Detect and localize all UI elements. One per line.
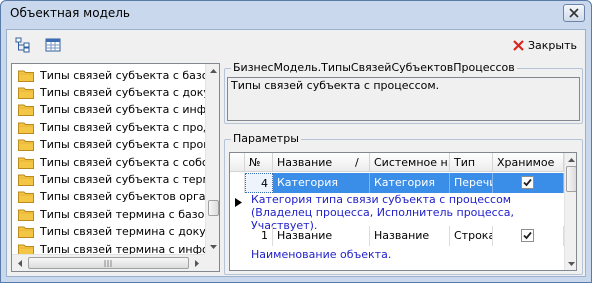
tree-item-label: Типы связей субъекта с докуме bbox=[40, 85, 220, 99]
column-name[interactable]: Название / bbox=[273, 153, 370, 172]
tree-vertical-scrollbar[interactable] bbox=[205, 64, 219, 254]
row-type[interactable]: Перечис... bbox=[450, 173, 493, 193]
entity-name: БизнесМодель.ТипыСвязейСубъектовПроцессо… bbox=[231, 61, 517, 74]
folder-icon bbox=[18, 191, 34, 204]
row-stored-cell[interactable] bbox=[493, 226, 564, 246]
toolbar: Закрыть bbox=[7, 30, 585, 60]
column-number[interactable]: № bbox=[245, 153, 273, 172]
row-note: Наименование объекта. bbox=[251, 248, 392, 261]
close-x-icon bbox=[513, 39, 524, 51]
tree-item-label: Типы связей субъекта с информ bbox=[40, 103, 220, 117]
grid-vertical-scrollbar[interactable] bbox=[564, 153, 576, 270]
scroll-down-arrow-icon[interactable] bbox=[206, 240, 219, 254]
row-type[interactable]: Строка bbox=[450, 226, 493, 246]
tree-item-label: Типы связей субъекта с собств bbox=[40, 155, 220, 169]
row-header-column bbox=[230, 153, 245, 172]
row-name[interactable]: Категория bbox=[273, 173, 370, 193]
tree-scroll-thumb[interactable] bbox=[208, 200, 219, 216]
row-name[interactable]: Название bbox=[273, 226, 370, 246]
stored-checkbox[interactable] bbox=[521, 176, 534, 189]
close-button-label: Закрыть bbox=[528, 38, 577, 52]
column-stored[interactable]: Хранимое bbox=[493, 153, 564, 172]
column-name-label: Название bbox=[277, 156, 333, 169]
params-title: Параметры bbox=[231, 132, 301, 145]
folder-icon bbox=[18, 70, 34, 82]
sort-indicator: / bbox=[355, 156, 359, 169]
entity-description: Типы связей субъекта с процессом. bbox=[227, 77, 580, 121]
scroll-up-arrow-icon[interactable] bbox=[565, 153, 576, 166]
stored-checkbox[interactable] bbox=[521, 229, 534, 242]
close-button[interactable]: Закрыть bbox=[509, 36, 581, 54]
tree-item-label: Типы связей термина с базовым bbox=[40, 207, 220, 221]
folder-icon bbox=[18, 87, 34, 99]
tree-item-label: Типы связей субъекта с термин bbox=[40, 172, 220, 186]
row-number[interactable]: 4 bbox=[245, 173, 273, 193]
checkmark-icon bbox=[523, 178, 532, 187]
close-icon bbox=[569, 8, 579, 18]
row-pointer-icon bbox=[235, 198, 242, 207]
title-bar[interactable]: Объектная модель bbox=[1, 1, 591, 27]
tree-hscroll-thumb[interactable] bbox=[28, 257, 189, 269]
table-icon[interactable] bbox=[45, 37, 61, 53]
column-system-name[interactable]: Системное н... bbox=[370, 153, 450, 172]
row-system-name[interactable]: Категория bbox=[370, 173, 450, 193]
window-body: Закрыть Типы связей субъекта с базовы Тип… bbox=[6, 29, 586, 277]
row-indicator bbox=[230, 173, 245, 193]
scroll-right-arrow-icon[interactable] bbox=[190, 256, 204, 270]
column-type[interactable]: Тип bbox=[450, 153, 493, 172]
window-title: Объектная модель bbox=[10, 6, 130, 20]
folder-icon bbox=[18, 157, 34, 169]
scroll-left-arrow-icon[interactable] bbox=[13, 256, 27, 270]
object-model-window: Объектная модель Закрыть Типы связей суб… bbox=[0, 0, 592, 283]
scroll-down-arrow-icon[interactable] bbox=[565, 257, 576, 270]
params-group: Параметры № Название / Системное н... Ти… bbox=[224, 132, 583, 275]
row-number[interactable]: 1 bbox=[245, 226, 273, 246]
folder-icon bbox=[18, 104, 34, 117]
tree-item-label: Типы связей субъекта с базовы bbox=[40, 68, 220, 82]
folder-icon bbox=[18, 226, 34, 239]
tree-horizontal-scrollbar[interactable] bbox=[12, 254, 205, 271]
scroll-corner bbox=[205, 254, 219, 271]
object-tree[interactable]: Типы связей субъекта с базовы Типы связей… bbox=[11, 63, 220, 272]
tree-item-label: Типы связей субъекта с процесс bbox=[40, 138, 220, 152]
scroll-up-arrow-icon[interactable] bbox=[206, 64, 219, 78]
window-close-button[interactable] bbox=[563, 4, 585, 22]
hierarchy-icon[interactable] bbox=[15, 37, 31, 53]
folder-icon bbox=[18, 122, 34, 134]
tree-item-label: Типы связей субъектов организ bbox=[40, 190, 220, 204]
tree-item-label: Типы связей термина с докумен bbox=[40, 225, 220, 239]
folder-icon bbox=[18, 174, 34, 186]
checkmark-icon bbox=[523, 231, 532, 240]
grid-scroll-thumb[interactable] bbox=[566, 166, 576, 192]
tree-item-label: Типы связей субъекта с продук bbox=[40, 120, 220, 134]
folder-icon bbox=[18, 209, 34, 221]
entity-name-group: БизнесМодель.ТипыСвязейСубъектовПроцессо… bbox=[224, 61, 583, 124]
folder-icon bbox=[18, 139, 34, 152]
row-stored-cell[interactable] bbox=[493, 173, 564, 193]
params-grid[interactable]: № Название / Системное н... Тип Хранимое… bbox=[229, 152, 577, 271]
row-system-name[interactable]: Название bbox=[370, 226, 450, 246]
grip-icon bbox=[104, 260, 112, 267]
